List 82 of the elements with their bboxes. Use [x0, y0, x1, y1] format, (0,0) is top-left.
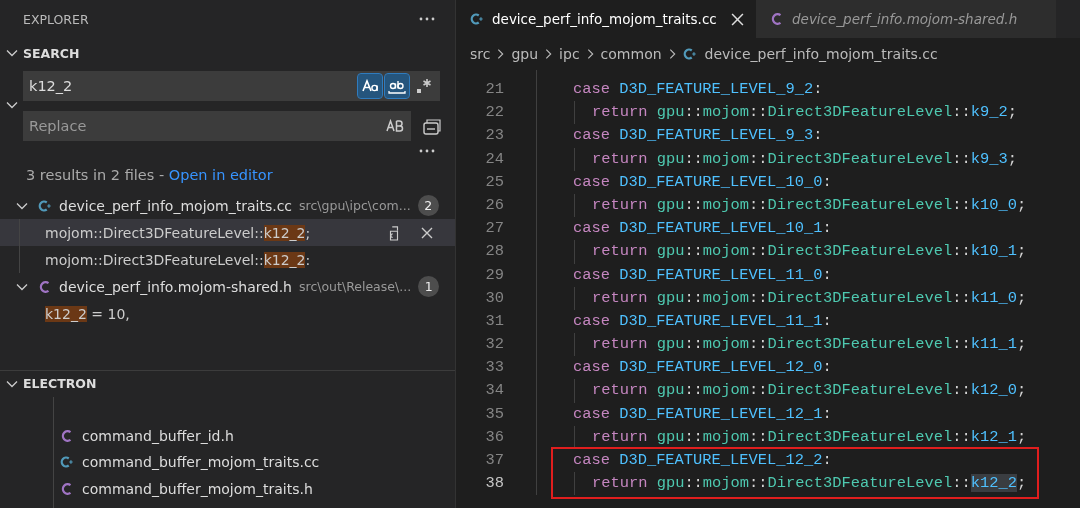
file-tree-item[interactable]: command_buffer_id.h [0, 422, 455, 449]
match-count: 2 [417, 195, 439, 216]
code-line: case D3D_FEATURE_LEVEL_11_1: [573, 310, 832, 332]
electron-section-header[interactable]: ELECTRON [0, 370, 455, 397]
line-number: 33 [484, 357, 504, 379]
file-tree-item[interactable]: command_buffer_mojom_traits.cc [0, 449, 455, 476]
line-number: 36 [484, 426, 504, 448]
editor-tab[interactable]: device_perf_info_mojom_traits.cc [456, 0, 756, 38]
replace-field[interactable]: Replace [23, 111, 411, 141]
line-number: 28 [484, 241, 504, 263]
code-line: return gpu::mojom::Direct3DFeatureLevel::k11_0; [592, 287, 1027, 309]
search-match-row[interactable]: mojom::Direct3DFeatureLevel::k12_2; [0, 219, 455, 246]
search-section-header[interactable]: SEARCH [0, 38, 455, 68]
code-line: return gpu::mojom::Direct3DFeatureLevel::k9_3; [592, 148, 1017, 170]
code-line: case D3D_FEATURE_LEVEL_12_2: [573, 450, 832, 471]
line-number: 24 [484, 148, 504, 170]
breadcrumb[interactable]: gpu [511, 46, 539, 62]
code-line: return gpu::mojom::Direct3DFeatureLevel::k12_0; [592, 380, 1027, 402]
line-number: 29 [484, 264, 504, 286]
code-line: case D3D_FEATURE_LEVEL_12_0: [573, 357, 832, 379]
replace-icon[interactable] [387, 223, 401, 242]
match-count: 1 [418, 276, 440, 297]
close-icon[interactable] [731, 12, 744, 26]
open-in-editor-link[interactable]: Open in editor [168, 167, 273, 183]
line-number: 23 [484, 125, 504, 147]
code-line: return gpu::mojom::Direct3DFeatureLevel::k9_2; [592, 102, 1017, 124]
line-number: 27 [484, 218, 504, 240]
breadcrumb[interactable]: ipc [559, 46, 580, 62]
chevron-right-icon [668, 48, 676, 60]
code-line: case D3D_FEATURE_LEVEL_9_2: [573, 79, 823, 100]
code-line: case D3D_FEATURE_LEVEL_12_1: [573, 403, 832, 425]
c-file-icon [770, 12, 784, 26]
match-case-icon[interactable] [358, 74, 382, 98]
close-icon[interactable] [421, 226, 433, 239]
whole-word-icon[interactable] [385, 74, 409, 98]
line-number: 22 [484, 102, 504, 124]
line-number: 30 [484, 287, 504, 309]
cpp-file-icon [682, 47, 697, 61]
code-line: case D3D_FEATURE_LEVEL_10_1: [573, 218, 832, 240]
cpp-file-icon [60, 455, 74, 470]
breadcrumb[interactable]: src [470, 46, 491, 62]
cpp-file-icon [38, 198, 52, 213]
code-line: return gpu::mojom::Direct3DFeatureLevel::k10_1; [592, 241, 1027, 263]
result-file-row[interactable]: device_perf_info_mojom_traits.cc src\gpu\ipc\com... 2 [0, 192, 455, 219]
breadcrumb[interactable]: device_perf_info_mojom_traits.cc [682, 46, 938, 62]
result-file-row[interactable]: device_perf_info.mojom-shared.h src\out\Release\... 1 [0, 273, 455, 300]
line-number: 26 [484, 194, 504, 216]
chevron-right-icon [545, 48, 553, 60]
code-line: return gpu::mojom::Direct3DFeatureLevel::k12_1; [592, 426, 1027, 448]
line-number: 31 [484, 310, 504, 332]
breadcrumb[interactable]: common [600, 46, 662, 62]
c-file-icon [60, 428, 74, 443]
more-actions-icon[interactable] [419, 17, 435, 21]
results-summary: 3 results in 2 files - [26, 167, 166, 183]
c-file-icon [60, 481, 74, 496]
file-path: src\out\Release\... [299, 279, 412, 294]
line-number: 38 [484, 473, 504, 495]
line-number: 25 [484, 171, 504, 193]
c-file-icon [38, 279, 52, 294]
code-line: return gpu::mojom::Direct3DFeatureLevel::k12_2; [592, 473, 1027, 495]
chevron-right-icon [497, 48, 505, 60]
code-line: case D3D_FEATURE_LEVEL_10_0: [573, 171, 832, 193]
code-line: return gpu::mojom::Direct3DFeatureLevel::k10_0; [592, 194, 1027, 216]
code-line: case D3D_FEATURE_LEVEL_11_0: [573, 264, 832, 286]
more-actions-icon[interactable] [419, 149, 435, 153]
line-number: 21 [484, 79, 504, 100]
chevron-right-icon [586, 48, 594, 60]
file-path: src\gpu\ipc\com... [299, 198, 411, 213]
code-line: case D3D_FEATURE_LEVEL_9_3: [573, 125, 823, 147]
search-match-row[interactable]: mojom::Direct3DFeatureLevel::k12_2: [0, 246, 455, 273]
replace-toggle-icon[interactable] [5, 100, 18, 109]
panel-title: EXPLORER [23, 11, 89, 27]
line-number: 35 [484, 403, 504, 425]
code-line: return gpu::mojom::Direct3DFeatureLevel::k11_1; [592, 334, 1027, 356]
editor-tab[interactable]: device_perf_info.mojom-shared.h [756, 0, 1056, 38]
line-number: 34 [484, 380, 504, 402]
line-number: 37 [484, 450, 504, 471]
search-field[interactable]: k12_2 [23, 71, 440, 101]
search-match-row[interactable]: k12_2 = 10, [0, 300, 455, 327]
line-number: 32 [484, 334, 504, 356]
file-tree-item[interactable]: command_buffer_mojom_traits.h [0, 475, 455, 502]
cpp-file-icon [470, 12, 484, 26]
